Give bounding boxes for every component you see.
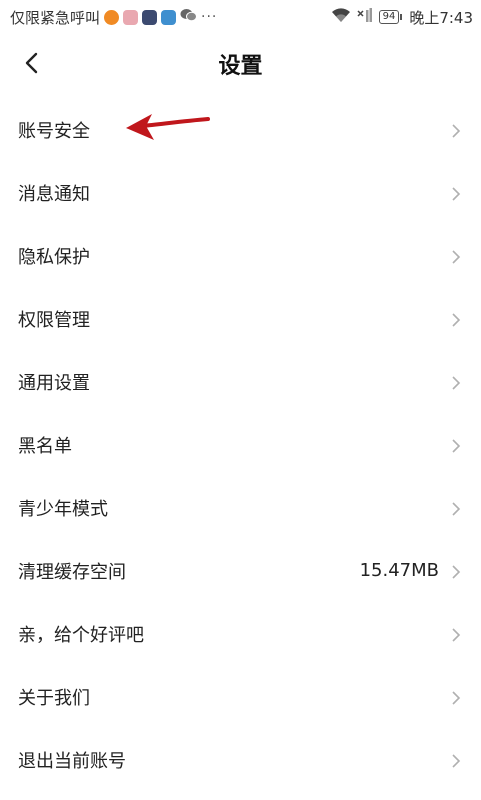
status-left: 仅限紧急呼叫 ···: [10, 7, 217, 28]
chevron-right-icon: [451, 123, 461, 138]
settings-item-label: 亲，给个好评吧: [18, 624, 144, 646]
app-notification-icon-2: [123, 9, 139, 25]
carrier-status-text: 仅限紧急呼叫: [10, 8, 101, 27]
settings-item-label: 隐私保护: [18, 246, 90, 268]
settings-item-label: 通用设置: [18, 372, 90, 394]
chevron-right-icon: [451, 690, 461, 705]
wechat-icon: [180, 8, 198, 26]
cache-size-value: 15.47MB: [359, 560, 439, 581]
settings-item-label: 黑名单: [18, 435, 72, 457]
settings-list: 账号安全 消息通知 隐私保护 权限管理 通用设置 黑名单 青少年模式 清理缓存空…: [0, 98, 481, 791]
chevron-right-icon: [451, 438, 461, 453]
clock: 晚上7:43: [409, 8, 473, 27]
chevron-right-icon: [451, 375, 461, 390]
chevron-right-icon: [451, 249, 461, 264]
settings-item-label: 关于我们: [18, 687, 90, 709]
more-notifications-icon: ···: [201, 9, 218, 25]
app-notification-icon-4: [161, 9, 177, 25]
wifi-icon: [331, 7, 351, 27]
settings-item-blacklist[interactable]: 黑名单: [0, 413, 481, 476]
settings-item-account-security[interactable]: 账号安全: [0, 98, 481, 161]
settings-item-teen-mode[interactable]: 青少年模式: [0, 476, 481, 539]
settings-item-label: 权限管理: [18, 309, 90, 331]
chevron-right-icon: [451, 564, 461, 579]
settings-item-label: 青少年模式: [18, 498, 108, 520]
battery-indicator: 94: [378, 10, 403, 24]
status-right: 94 晚上7:43: [331, 7, 473, 28]
settings-item-label: 退出当前账号: [18, 750, 126, 772]
settings-item-notifications[interactable]: 消息通知: [0, 161, 481, 224]
annotation-arrow-icon: [126, 114, 210, 140]
chevron-right-icon: [451, 501, 461, 516]
chevron-right-icon: [451, 186, 461, 201]
settings-item-clear-cache[interactable]: 清理缓存空间 15.47MB: [0, 539, 481, 602]
settings-item-label: 消息通知: [18, 183, 90, 205]
settings-item-label: 清理缓存空间: [18, 561, 126, 583]
settings-item-logout[interactable]: 退出当前账号: [0, 728, 481, 791]
settings-item-rate-us[interactable]: 亲，给个好评吧: [0, 602, 481, 665]
chevron-left-icon: [24, 52, 38, 78]
settings-item-general[interactable]: 通用设置: [0, 350, 481, 413]
chevron-right-icon: [451, 312, 461, 327]
chevron-right-icon: [451, 753, 461, 768]
header-bar: 设置: [0, 34, 481, 94]
back-button[interactable]: [14, 48, 48, 82]
chevron-right-icon: [451, 627, 461, 642]
status-bar: 仅限紧急呼叫 ··· 94 晚上7:43: [0, 0, 481, 34]
page-title: 设置: [218, 54, 263, 79]
settings-item-about-us[interactable]: 关于我们: [0, 665, 481, 728]
no-signal-icon: [357, 7, 373, 27]
app-notification-icon-3: [142, 9, 158, 25]
settings-item-permissions[interactable]: 权限管理: [0, 287, 481, 350]
settings-item-privacy[interactable]: 隐私保护: [0, 224, 481, 287]
settings-item-label: 账号安全: [18, 120, 90, 142]
app-notification-icon-1: [104, 9, 120, 25]
